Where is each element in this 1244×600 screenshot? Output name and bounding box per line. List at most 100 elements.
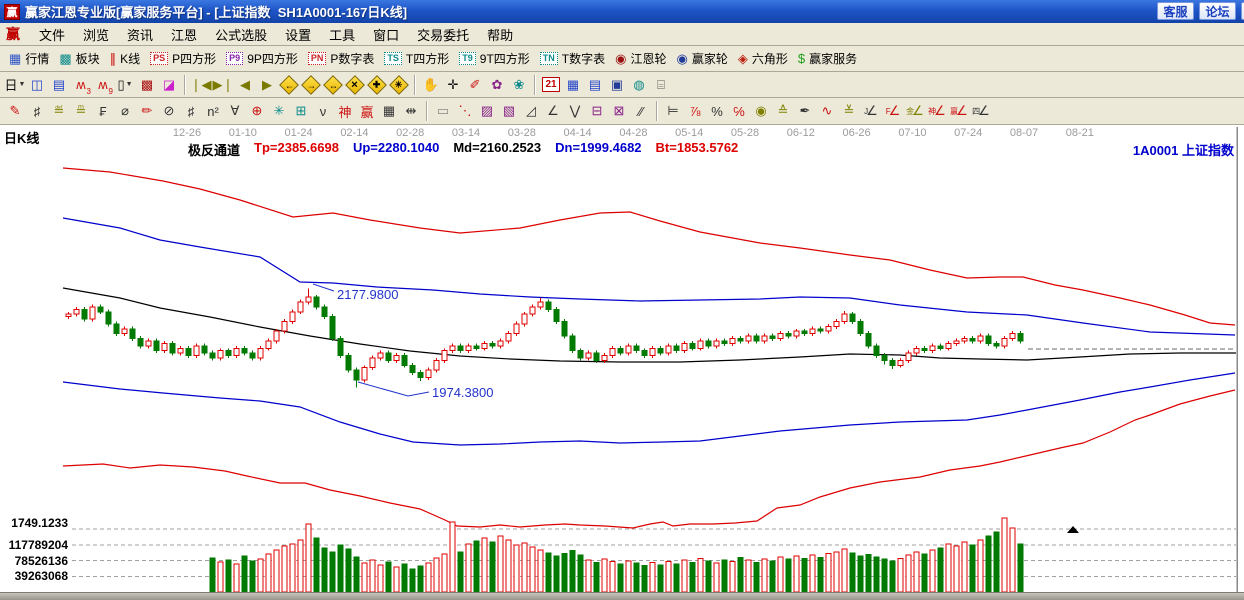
winner-service-button[interactable]: $赢家服务 xyxy=(793,48,862,69)
customer-service-button[interactable]: 客服 xyxy=(1157,2,1194,20)
menu-item-2[interactable]: 资讯 xyxy=(118,23,162,46)
shift-left-button[interactable]: ← xyxy=(278,75,300,95)
spiral-button[interactable]: ⌀ xyxy=(114,101,136,121)
gold-lines-2-button[interactable]: ≞ xyxy=(70,101,92,121)
ruler-lines-button[interactable]: ♯ xyxy=(26,101,48,121)
t-square-button[interactable]: TST四方形 xyxy=(379,48,454,69)
j-angle-button[interactable]: J∠ xyxy=(860,101,882,121)
f-angle-button[interactable]: F∠ xyxy=(882,101,904,121)
menu-item-3[interactable]: 江恩 xyxy=(162,23,206,46)
fan-lines-button[interactable]: ⋱ xyxy=(454,101,476,121)
si-angle-button[interactable]: 四∠ xyxy=(970,101,992,121)
save-button[interactable]: ▣ xyxy=(606,75,628,95)
draw-pen-button[interactable]: ✎ xyxy=(4,101,26,121)
expand-view-button[interactable]: ✚ xyxy=(366,75,388,95)
gold-angle-button[interactable]: ≚ xyxy=(838,101,860,121)
mark-pen-button[interactable]: ✐ xyxy=(464,75,486,95)
menu-item-1[interactable]: 浏览 xyxy=(74,23,118,46)
stats-table-button[interactable]: ⊨ xyxy=(662,101,684,121)
calculator-button[interactable]: ▦ xyxy=(562,75,584,95)
gradient-box-1-button[interactable]: ▨ xyxy=(476,101,498,121)
compress-view-button[interactable]: ✕ xyxy=(344,75,366,95)
calendar-21-button[interactable]: 21 xyxy=(540,75,562,95)
square-web-button[interactable]: ⊞ xyxy=(290,101,312,121)
period-selector-button[interactable]: 日▼ xyxy=(4,75,26,95)
pattern-red-button[interactable]: ▩ xyxy=(136,75,158,95)
forum-button[interactable]: 论坛 xyxy=(1199,2,1236,20)
candle-type-button[interactable]: ▯▼ xyxy=(114,75,136,95)
shen-angle-button[interactable]: 神∠ xyxy=(926,101,948,121)
gradient-box-2-button[interactable]: ▧ xyxy=(498,101,520,121)
box-select-button[interactable]: ▭ xyxy=(432,101,454,121)
tool-purple-button[interactable]: ✿ xyxy=(486,75,508,95)
gold-lines-1-button[interactable]: ≝ xyxy=(48,101,70,121)
grid-ruler-button[interactable]: ♯ xyxy=(180,101,202,121)
tool-teal-button[interactable]: ❀ xyxy=(508,75,530,95)
p-square-button[interactable]: PSP四方形 xyxy=(145,48,221,69)
grid-b-button[interactable]: ⊠ xyxy=(608,101,630,121)
menu-item-6[interactable]: 工具 xyxy=(320,23,364,46)
price-grid-button[interactable]: ▦ xyxy=(378,101,400,121)
wave-9-button[interactable]: ʍ9 xyxy=(92,75,114,95)
kline-button[interactable]: ∥K线 xyxy=(105,48,146,69)
p9-square-button[interactable]: P99P四方形 xyxy=(221,48,303,69)
workstation-button[interactable]: ⌸ xyxy=(650,75,672,95)
next-page-button[interactable]: ▶ xyxy=(256,75,278,95)
t9-square-button[interactable]: T99T四方形 xyxy=(454,48,535,69)
fibonacci-button[interactable]: ₣ xyxy=(92,101,114,121)
ying-tool-button[interactable]: 赢 xyxy=(356,101,378,121)
angle-line-button[interactable]: ∠ xyxy=(542,101,564,121)
quote-list-button[interactable]: ▤ xyxy=(48,75,70,95)
drag-hand-button[interactable]: ✋ xyxy=(420,75,442,95)
colored-chart-button[interactable]: ◪ xyxy=(158,75,180,95)
web-export-button[interactable]: ◍ xyxy=(628,75,650,95)
chart-style-button[interactable]: ◫ xyxy=(26,75,48,95)
n-square-button[interactable]: n² xyxy=(202,101,224,121)
menu-item-8[interactable]: 交易委托 xyxy=(408,23,478,46)
menu-item-4[interactable]: 公式选股 xyxy=(206,23,276,46)
chart-area[interactable]: 2177.98001974.3800 日K线 12-2601-1001-2402… xyxy=(0,125,1244,592)
percent-line-button[interactable]: ℅ xyxy=(728,101,750,121)
t-number-button[interactable]: TNT数字表 xyxy=(535,48,610,69)
fit-view-button[interactable]: ✳ xyxy=(388,75,410,95)
compass-button[interactable]: ⊕ xyxy=(246,101,268,121)
v-line-button[interactable]: ⋁ xyxy=(564,101,586,121)
wave-3-button[interactable]: ʍ3 xyxy=(70,75,92,95)
jin-angle-button[interactable]: 金∠ xyxy=(904,101,926,121)
hexagon-button[interactable]: ◈六角形 xyxy=(733,48,793,69)
angle-a-button[interactable]: Ɐ xyxy=(224,101,246,121)
wave-line-button[interactable]: ∿ xyxy=(816,101,838,121)
gold-circle-button[interactable]: ◉ xyxy=(750,101,772,121)
wave-mark-button[interactable]: ν xyxy=(312,101,334,121)
kline-chart-canvas[interactable]: 2177.98001974.3800 xyxy=(0,125,1244,592)
star-web-button[interactable]: ✳ xyxy=(268,101,290,121)
prev-page-button[interactable]: ◀ xyxy=(234,75,256,95)
cycle-circle-button[interactable]: ⊘ xyxy=(158,101,180,121)
red-pen-button[interactable]: ✏ xyxy=(136,101,158,121)
stretch-horizontal-button[interactable]: ↔ xyxy=(322,75,344,95)
winner-wheel-button[interactable]: ◉赢家轮 xyxy=(672,48,733,69)
grid-a-button[interactable]: ⊟ xyxy=(586,101,608,121)
percent-zone-button[interactable]: ⅞ xyxy=(684,101,706,121)
menu-item-0[interactable]: 文件 xyxy=(30,23,74,46)
percent-button[interactable]: % xyxy=(706,101,728,121)
menu-item-7[interactable]: 窗口 xyxy=(364,23,408,46)
first-page-button[interactable]: ❘◀ xyxy=(190,75,212,95)
shift-right-button[interactable]: → xyxy=(300,75,322,95)
p-number-button[interactable]: PNP数字表 xyxy=(303,48,380,69)
quotes-button[interactable]: ▦行情 xyxy=(4,48,54,69)
ying-angle-button[interactable]: 赢∠ xyxy=(948,101,970,121)
gold-line-button[interactable]: ≙ xyxy=(772,101,794,121)
bottom-status-strip[interactable] xyxy=(0,592,1244,600)
ink-pen-button[interactable]: ✒ xyxy=(794,101,816,121)
span-arrows-button[interactable]: ⇹ xyxy=(400,101,422,121)
gann-wheel-button[interactable]: ◉江恩轮 xyxy=(610,48,671,69)
crosshair-button[interactable]: ✛ xyxy=(442,75,464,95)
last-page-button[interactable]: ▶❘ xyxy=(212,75,234,95)
shen-tool-button[interactable]: 神 xyxy=(334,101,356,121)
menu-item-5[interactable]: 设置 xyxy=(276,23,320,46)
angle-tri-button[interactable]: ◿ xyxy=(520,101,542,121)
parallel-lines-button[interactable]: ∕∕ xyxy=(630,101,652,121)
sectors-button[interactable]: ▩板块 xyxy=(54,48,104,69)
menu-item-9[interactable]: 帮助 xyxy=(478,23,522,46)
